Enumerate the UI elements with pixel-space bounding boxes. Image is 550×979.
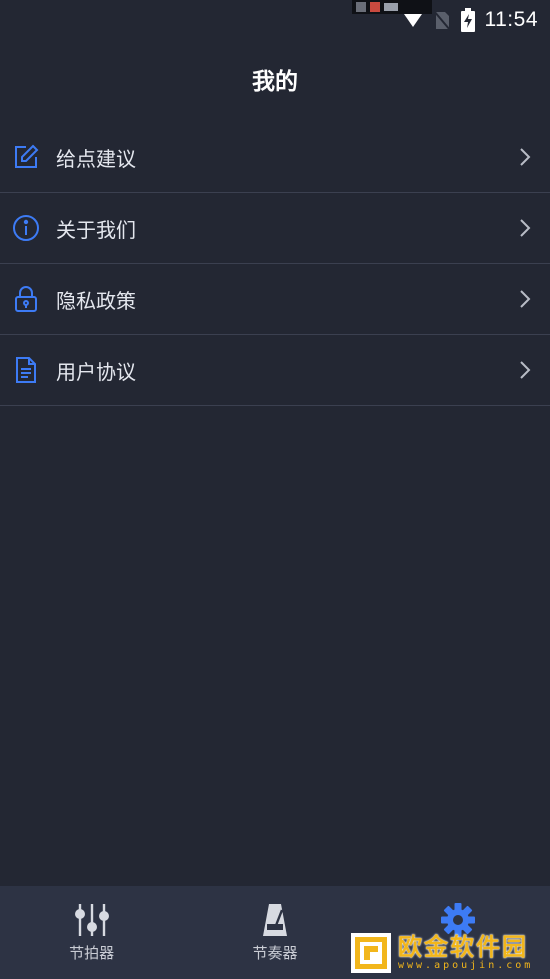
keyboard-icon [384,3,398,11]
watermark-logo-icon [351,933,391,973]
info-icon [12,214,40,242]
tab-metronome[interactable]: 节拍器 [0,886,183,979]
chevron-right-icon [520,219,531,237]
tab-label: 节拍器 [69,944,115,962]
watermark: 欧金软件园 www.apoujin.com [350,930,546,976]
status-bar: 11:54 [0,0,550,40]
notification-icon [356,2,366,12]
metronome-icon [255,902,295,938]
page-title: 我的 [252,69,298,95]
wifi-icon [403,12,423,28]
watermark-title: 欧金软件园 [398,933,528,961]
menu-item-agreement[interactable]: 用户协议 [0,335,550,406]
menu-list: 给点建议 关于我们 隐私政策 用户协议 [0,122,550,406]
chevron-right-icon [520,290,531,308]
tab-label: 节奏器 [252,944,298,962]
tab-rhythm[interactable]: 节奏器 [183,886,366,979]
edit-icon [12,143,40,171]
lock-icon [12,285,40,313]
menu-item-label: 用户协议 [56,359,136,384]
notification-icon [370,2,380,12]
menu-item-feedback[interactable]: 给点建议 [0,122,550,193]
sliders-icon [72,902,112,938]
notification-thumbnails [352,0,432,14]
watermark-url: www.apoujin.com [398,960,534,971]
menu-item-label: 关于我们 [56,217,136,242]
chevron-right-icon [520,361,531,379]
chevron-right-icon [520,148,531,166]
battery-charging-icon [460,8,475,32]
document-icon [12,356,40,384]
menu-item-label: 隐私政策 [56,288,136,313]
menu-item-label: 给点建议 [56,146,136,171]
menu-item-privacy[interactable]: 隐私政策 [0,264,550,335]
watermark-text: 欧金软件园 www.apoujin.com [398,934,533,972]
no-sim-icon [432,9,451,31]
menu-item-about[interactable]: 关于我们 [0,193,550,264]
clock: 11:54 [484,8,538,31]
